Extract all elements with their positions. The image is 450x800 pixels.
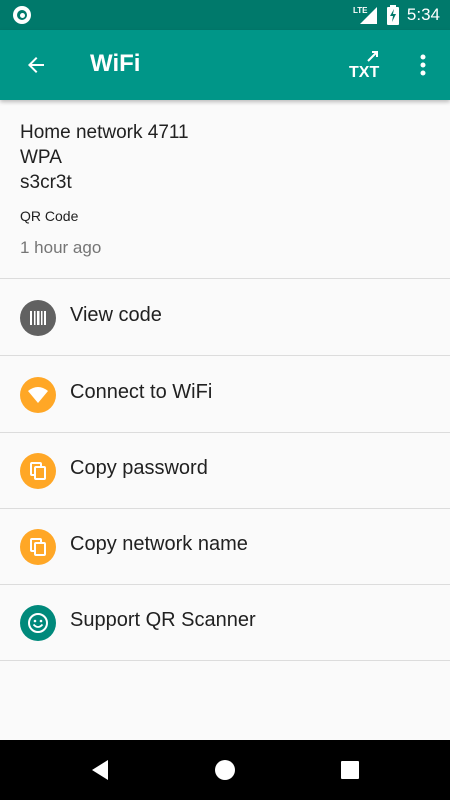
square-recents-icon bbox=[341, 761, 359, 779]
nav-home-button[interactable] bbox=[205, 750, 245, 790]
circle-home-icon bbox=[215, 760, 235, 780]
back-button[interactable] bbox=[14, 43, 58, 87]
action-label: Copy network name bbox=[70, 533, 248, 555]
status-indicators: LTE 5:34 bbox=[353, 0, 440, 30]
navigation-bar bbox=[0, 740, 450, 800]
nav-recents-button[interactable] bbox=[330, 750, 370, 790]
page-title: WiFi bbox=[90, 50, 141, 77]
connect-wifi-action[interactable]: Connect to WiFi bbox=[0, 357, 450, 433]
scan-details: Home network 4711 WPA s3cr3t QR Code 1 h… bbox=[0, 100, 450, 279]
arrow-back-icon bbox=[28, 57, 44, 73]
copy-icon bbox=[20, 529, 56, 565]
network-ssid: Home network 4711 bbox=[20, 122, 189, 143]
view-code-action[interactable]: View code bbox=[0, 280, 450, 356]
copy-network-name-action[interactable]: Copy network name bbox=[0, 509, 450, 585]
copy-icon bbox=[20, 453, 56, 489]
battery-charging-icon bbox=[386, 5, 399, 25]
svg-text:LTE: LTE bbox=[353, 6, 368, 15]
nav-back-button[interactable] bbox=[80, 750, 120, 790]
lte-signal-icon: LTE bbox=[353, 6, 377, 24]
smiley-icon bbox=[20, 605, 56, 641]
network-encryption: WPA bbox=[20, 147, 62, 168]
barcode-icon bbox=[20, 300, 56, 336]
clock: 5:34 bbox=[406, 5, 440, 24]
triangle-back-icon bbox=[92, 760, 108, 780]
export-txt-button[interactable]: TXT bbox=[344, 45, 388, 85]
copy-password-action[interactable]: Copy password bbox=[0, 433, 450, 509]
svg-text:TXT: TXT bbox=[349, 64, 379, 81]
support-action[interactable]: Support QR Scanner bbox=[0, 585, 450, 661]
more-vert-icon bbox=[420, 54, 426, 76]
action-label: View code bbox=[70, 304, 162, 326]
status-bar: LTE 5:34 bbox=[0, 0, 450, 30]
network-password: s3cr3t bbox=[20, 172, 72, 193]
txt-export-icon: TXT bbox=[349, 51, 379, 81]
more-options-button[interactable] bbox=[408, 45, 438, 85]
scan-time: 1 hour ago bbox=[20, 238, 102, 257]
app-bar: WiFi TXT bbox=[0, 30, 450, 100]
action-label: Support QR Scanner bbox=[70, 609, 256, 631]
notification-icon bbox=[13, 6, 31, 24]
action-label: Copy password bbox=[70, 457, 208, 479]
code-format: QR Code bbox=[20, 208, 79, 224]
action-label: Connect to WiFi bbox=[70, 381, 213, 403]
wifi-icon bbox=[20, 377, 56, 413]
